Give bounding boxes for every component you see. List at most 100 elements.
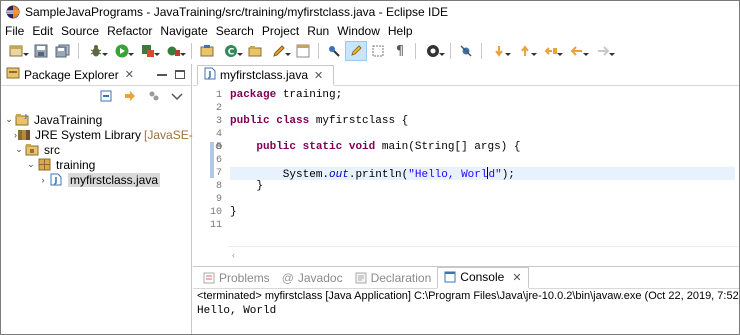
tab-declaration[interactable]: Declaration bbox=[349, 267, 438, 289]
code-text[interactable]: package training; public class myfirstcl… bbox=[230, 89, 735, 232]
open-type-button[interactable] bbox=[244, 41, 266, 61]
tree-item-project[interactable]: ⌄ J JavaTraining bbox=[0, 112, 191, 127]
tab-console[interactable]: Console ✕ bbox=[437, 266, 529, 289]
line-number: 2 bbox=[215, 103, 222, 114]
external-tools-button[interactable] bbox=[161, 41, 187, 61]
collapse-all-button[interactable] bbox=[99, 89, 113, 106]
source-folder-icon bbox=[24, 143, 40, 157]
filter-button[interactable] bbox=[147, 89, 161, 106]
open-task-button[interactable] bbox=[266, 41, 292, 61]
tree-item-java-file[interactable]: › J myfirstclass.java bbox=[0, 172, 191, 187]
menu-run[interactable]: Run bbox=[306, 24, 335, 38]
menu-edit[interactable]: Edit bbox=[31, 24, 59, 38]
eclipse-app-icon bbox=[6, 5, 20, 19]
new-wizard-button[interactable] bbox=[4, 41, 30, 61]
line-number: 9 bbox=[215, 194, 222, 205]
code-line: public static void main(String[] args) { bbox=[256, 141, 521, 153]
expanded-twistie-icon[interactable]: ⌄ bbox=[14, 144, 24, 155]
editor-tab-myfirstclass[interactable]: J myfirstclass.java ✕ bbox=[197, 65, 335, 86]
expanded-twistie-icon[interactable]: ⌄ bbox=[26, 159, 36, 170]
maximize-view-button[interactable] bbox=[175, 70, 185, 79]
expanded-twistie-icon[interactable]: ⌄ bbox=[4, 114, 14, 125]
menu-help[interactable]: Help bbox=[387, 24, 419, 38]
tree-item-jre[interactable]: › JRE System Library [JavaSE-10] bbox=[0, 127, 209, 142]
line-number: 7 bbox=[215, 168, 222, 179]
line-number: 3 bbox=[215, 116, 222, 127]
coverage-button[interactable] bbox=[135, 41, 161, 61]
debug-button[interactable] bbox=[83, 41, 109, 61]
menu-refactor[interactable]: Refactor bbox=[106, 24, 158, 38]
back-button[interactable] bbox=[564, 41, 590, 61]
code-line: public class myfirstclass { bbox=[230, 115, 409, 127]
svg-text:J: J bbox=[24, 114, 27, 120]
previous-annotation-button[interactable] bbox=[512, 41, 538, 61]
tab-javadoc[interactable]: @ Javadoc bbox=[276, 267, 349, 289]
toggle-ant-editor-button[interactable] bbox=[323, 41, 345, 61]
bug-icon bbox=[89, 44, 103, 58]
view-menu-button[interactable] bbox=[171, 90, 183, 104]
external-tools-icon bbox=[167, 44, 181, 58]
code-line: package training; bbox=[230, 89, 343, 101]
save-icon bbox=[34, 44, 48, 58]
package-icon bbox=[36, 158, 52, 172]
skip-breakpoints-icon bbox=[459, 44, 473, 58]
pencil-icon bbox=[272, 44, 286, 58]
open-type-icon bbox=[248, 44, 262, 58]
link-with-editor-button[interactable] bbox=[123, 89, 137, 106]
line-number: 10 bbox=[209, 207, 222, 218]
save-all-button[interactable] bbox=[52, 41, 74, 61]
svg-text:J: J bbox=[54, 176, 58, 185]
console-output[interactable]: Hello, World bbox=[193, 304, 740, 318]
menu-file[interactable]: File bbox=[4, 24, 30, 38]
tree-item-src[interactable]: ⌄ src bbox=[0, 142, 191, 157]
save-button[interactable] bbox=[30, 41, 52, 61]
close-icon[interactable]: ✕ bbox=[314, 69, 323, 82]
menu-source[interactable]: Source bbox=[60, 24, 105, 38]
close-icon[interactable]: ✕ bbox=[125, 68, 134, 81]
show-whitespace-button[interactable]: ¶ bbox=[389, 41, 411, 61]
menu-window[interactable]: Window bbox=[336, 24, 386, 38]
forward-button[interactable] bbox=[590, 41, 616, 61]
new-java-project-button[interactable] bbox=[196, 41, 218, 61]
menu-bar: File Edit Source Refactor Navigate Searc… bbox=[0, 22, 740, 40]
package-explorer-tab[interactable]: Package Explorer ✕ bbox=[0, 64, 134, 86]
last-edit-location-button[interactable] bbox=[538, 41, 564, 61]
toggle-block-selection-button[interactable] bbox=[367, 41, 389, 61]
collapsed-twistie-icon[interactable]: › bbox=[38, 175, 48, 185]
console-status-line: <terminated> myfirstclass [Java Applicat… bbox=[197, 290, 740, 302]
minimize-view-button[interactable] bbox=[157, 74, 167, 76]
scroll-left-icon[interactable]: ‹ bbox=[232, 250, 235, 260]
menu-search[interactable]: Search bbox=[215, 24, 260, 38]
package-explorer-icon bbox=[6, 66, 20, 83]
ant-icon bbox=[327, 44, 341, 58]
java-file-icon: J bbox=[204, 67, 216, 83]
profile-button[interactable] bbox=[420, 41, 446, 61]
svg-text:C: C bbox=[228, 48, 235, 58]
project-tree: ⌄ J JavaTraining › JRE System Library [J… bbox=[0, 108, 209, 187]
code-editor[interactable]: 1 2 3 4 5 6 7 8 9 10 11 ⊖ package traini… bbox=[193, 86, 740, 262]
tab-problems[interactable]: Problems bbox=[197, 267, 276, 289]
library-icon bbox=[17, 128, 31, 142]
editor-tabbar: J myfirstclass.java ✕ bbox=[193, 64, 740, 86]
package-explorer-title: Package Explorer bbox=[24, 67, 119, 82]
tree-item-package[interactable]: ⌄ training bbox=[0, 157, 191, 172]
close-icon[interactable]: ✕ bbox=[512, 271, 521, 284]
run-button[interactable] bbox=[109, 41, 135, 61]
menu-project[interactable]: Project bbox=[261, 24, 305, 38]
skip-breakpoints-button[interactable] bbox=[455, 41, 477, 61]
next-annotation-button[interactable] bbox=[486, 41, 512, 61]
fold-collapse-icon[interactable]: ⊖ bbox=[215, 141, 223, 152]
open-perspective-button[interactable] bbox=[292, 41, 314, 61]
horizontal-scrollbar[interactable]: ‹ bbox=[228, 246, 740, 262]
new-class-button[interactable]: C bbox=[218, 41, 244, 61]
bottom-tabbar: Problems @ Javadoc Declaration Console ✕ bbox=[193, 266, 740, 289]
menu-navigate[interactable]: Navigate bbox=[159, 24, 213, 38]
java-project-icon: J bbox=[14, 113, 30, 127]
toggle-mark-occurrences-button[interactable] bbox=[345, 41, 367, 61]
java-project-icon bbox=[200, 44, 214, 58]
new-class-icon: C bbox=[224, 44, 238, 58]
back-arrow-icon bbox=[570, 44, 584, 58]
coverage-icon bbox=[141, 44, 155, 58]
